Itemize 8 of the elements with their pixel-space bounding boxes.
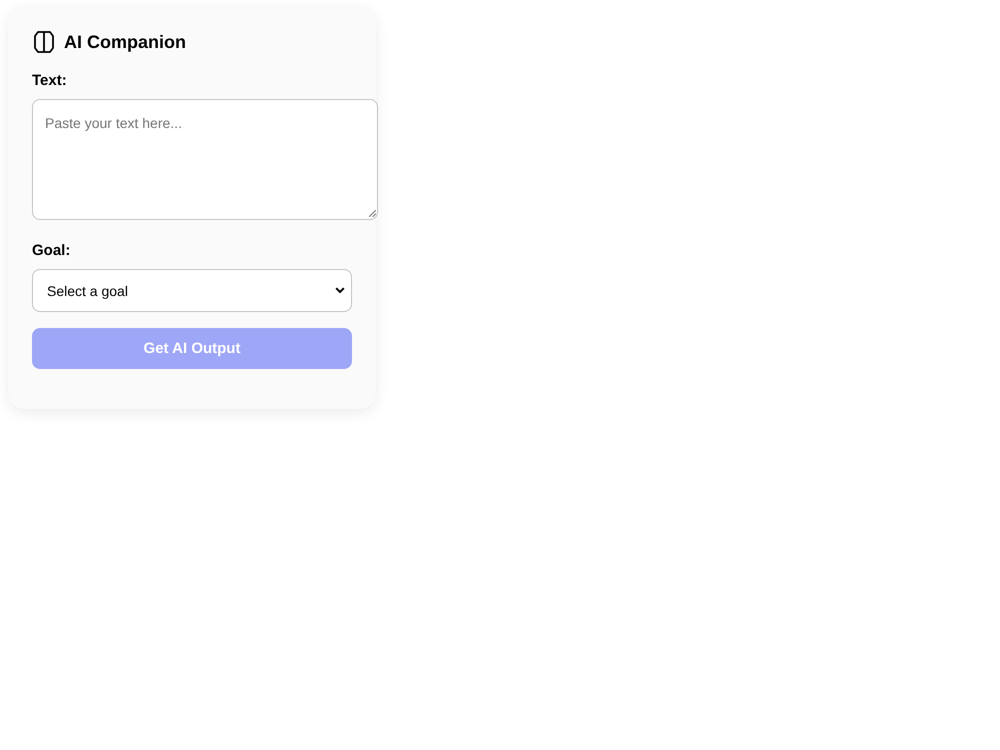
text-input-field[interactable]: Paste your text here... [32, 99, 378, 220]
goal-dropdown[interactable]: Select a goal [32, 269, 352, 312]
field-label: Text: [32, 71, 67, 91]
resize-grip-icon [369, 210, 376, 217]
caret-icon [335, 287, 345, 294]
logo-icon [34, 31, 54, 53]
app-title: AI Companion [64, 31, 186, 54]
field-label: Goal: [32, 241, 70, 261]
